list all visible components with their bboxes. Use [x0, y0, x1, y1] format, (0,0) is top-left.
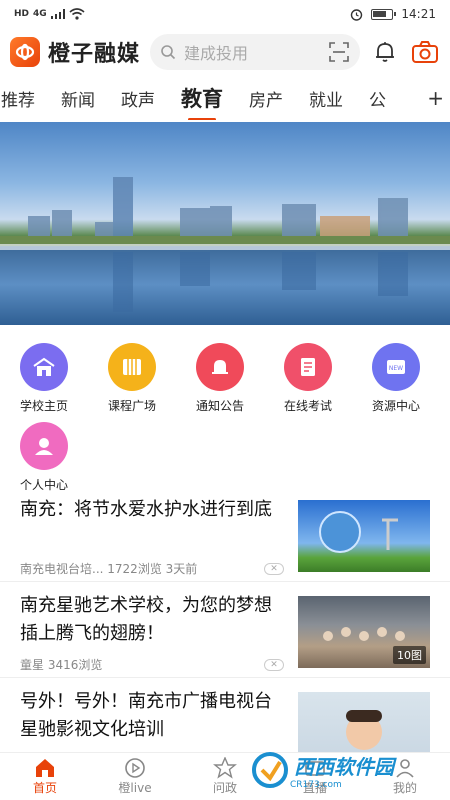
news-item[interactable]: 南充：将节水爱水护水进行到底 南充电视台培... 1722浏览 3天前 ✕ — [0, 486, 450, 582]
watermark-sub: CR173.com — [290, 779, 342, 790]
status-left: HD 4G — [14, 8, 85, 20]
scan-icon[interactable] — [328, 41, 350, 63]
news-meta-text: 南充电视台培... 1722浏览 3天前 — [20, 560, 197, 577]
grid-label: 课程广场 — [107, 399, 156, 413]
grid-item-course-plaza[interactable]: 课程广场 — [88, 343, 176, 414]
app-header: 橙子融媒 建成投用 — [0, 28, 450, 76]
search-icon — [161, 45, 176, 60]
alarm-icon — [351, 8, 363, 21]
grid-item-resource-center[interactable]: NEW 资源中心 — [352, 343, 440, 414]
news-thumbnail: 10图 — [298, 596, 430, 668]
bell-icon — [376, 42, 394, 62]
status-bar: HD 4G 14:21 — [0, 0, 450, 28]
tab-employment[interactable]: 就业 — [296, 86, 356, 111]
wifi-icon — [69, 8, 85, 20]
news-title: 号外！号外！南充市广播电视台星驰影视文化培训 — [20, 691, 272, 740]
tab-public[interactable]: 公 — [356, 86, 399, 111]
watermark-text-group: 西西软件园 CR173.com — [290, 751, 394, 790]
tab-realestate[interactable]: 房产 — [236, 86, 296, 111]
news-time: 3天前 — [165, 562, 198, 576]
search-bar[interactable]: 建成投用 — [150, 34, 360, 70]
news-title: 南充：将节水爱水护水进行到底 — [20, 499, 272, 520]
search-placeholder: 建成投用 — [184, 44, 249, 63]
news-source: 童星 — [20, 658, 45, 672]
grid-item-notice[interactable]: 通知公告 — [176, 343, 264, 414]
battery-icon — [371, 8, 397, 20]
news-title: 南充星驰艺术学校，为您的梦想插上腾飞的翅膀！ — [20, 595, 272, 644]
news-text: 南充：将节水爱水护水进行到底 南充电视台培... 1722浏览 3天前 ✕ — [20, 496, 298, 581]
dismiss-icon[interactable]: ✕ — [264, 658, 284, 671]
grid-label: 学校主页 — [19, 399, 68, 413]
news-views: 1722浏览 — [107, 562, 162, 576]
nav-label: 橙live — [118, 781, 152, 795]
tab-recommend[interactable]: 推荐 — [0, 86, 48, 111]
news-item[interactable]: 南充星驰艺术学校，为您的梦想插上腾飞的翅膀！ 童星 3416浏览 ✕ 10图 — [0, 582, 450, 678]
dismiss-icon[interactable]: ✕ — [264, 562, 284, 575]
notification-button[interactable] — [370, 37, 400, 67]
feature-grid: 学校主页 课程广场 通知公告 在线考试 NEW 资源中心 个人中心 — [0, 325, 450, 501]
camera-icon — [412, 41, 438, 63]
grid-label: 资源中心 — [371, 399, 420, 413]
banner-image[interactable] — [0, 122, 450, 325]
exam-icon — [284, 343, 332, 391]
nav-live[interactable]: 橙live — [90, 753, 180, 800]
resource-icon: NEW — [372, 343, 420, 391]
news-views: 3416浏览 — [47, 658, 103, 672]
app-logo: 橙子融媒 — [10, 36, 140, 68]
news-thumbnail — [298, 500, 430, 572]
tab-news[interactable]: 新闻 — [48, 86, 108, 111]
grid-item-online-exam[interactable]: 在线考试 — [264, 343, 352, 414]
grid-label: 通知公告 — [195, 399, 244, 413]
add-tab-button[interactable]: + — [427, 86, 450, 110]
nav-label: 问政 — [212, 781, 237, 795]
grid-item-personal-center[interactable]: 个人中心 — [0, 422, 88, 493]
status-time: 14:21 — [401, 7, 436, 21]
nav-home[interactable]: 首页 — [0, 753, 90, 800]
news-meta: 童星 3416浏览 ✕ — [20, 656, 284, 673]
network-type: HD — [14, 9, 30, 19]
live-icon — [125, 758, 145, 778]
camera-button[interactable] — [410, 37, 440, 67]
home-icon — [36, 759, 54, 777]
course-icon — [108, 343, 156, 391]
watermark-text: 西西软件园 — [294, 754, 394, 779]
news-meta-text: 童星 3416浏览 — [20, 656, 102, 673]
school-icon — [20, 343, 68, 391]
status-right: 14:21 — [350, 7, 436, 21]
star-question-icon — [213, 757, 237, 779]
watermark-icon — [252, 752, 288, 788]
svg-text:NEW: NEW — [389, 365, 403, 372]
tab-policy[interactable]: 政声 — [108, 86, 168, 111]
signal-icon — [50, 9, 65, 19]
tab-education[interactable]: 教育 — [168, 83, 236, 113]
image-count-badge: 10图 — [393, 646, 426, 664]
bell-icon — [196, 343, 244, 391]
logo-mark-icon — [10, 37, 40, 67]
signal-type: 4G — [33, 9, 47, 19]
grid-label: 在线考试 — [283, 399, 332, 413]
news-text: 南充星驰艺术学校，为您的梦想插上腾飞的翅膀！ 童星 3416浏览 ✕ — [20, 592, 298, 677]
news-meta: 南充电视台培... 1722浏览 3天前 ✕ — [20, 560, 284, 577]
watermark-logo: 西西软件园 CR173.com — [250, 748, 440, 792]
grid-item-school-home[interactable]: 学校主页 — [0, 343, 88, 414]
person-icon — [20, 422, 68, 470]
category-tabs: 推荐 新闻 政声 教育 房产 就业 公 + — [0, 76, 450, 120]
news-list: 南充：将节水爱水护水进行到底 南充电视台培... 1722浏览 3天前 ✕ 南充… — [0, 486, 450, 774]
nav-label: 首页 — [32, 781, 57, 795]
news-source: 南充电视台培... — [20, 562, 104, 576]
app-name: 橙子融媒 — [48, 42, 141, 67]
